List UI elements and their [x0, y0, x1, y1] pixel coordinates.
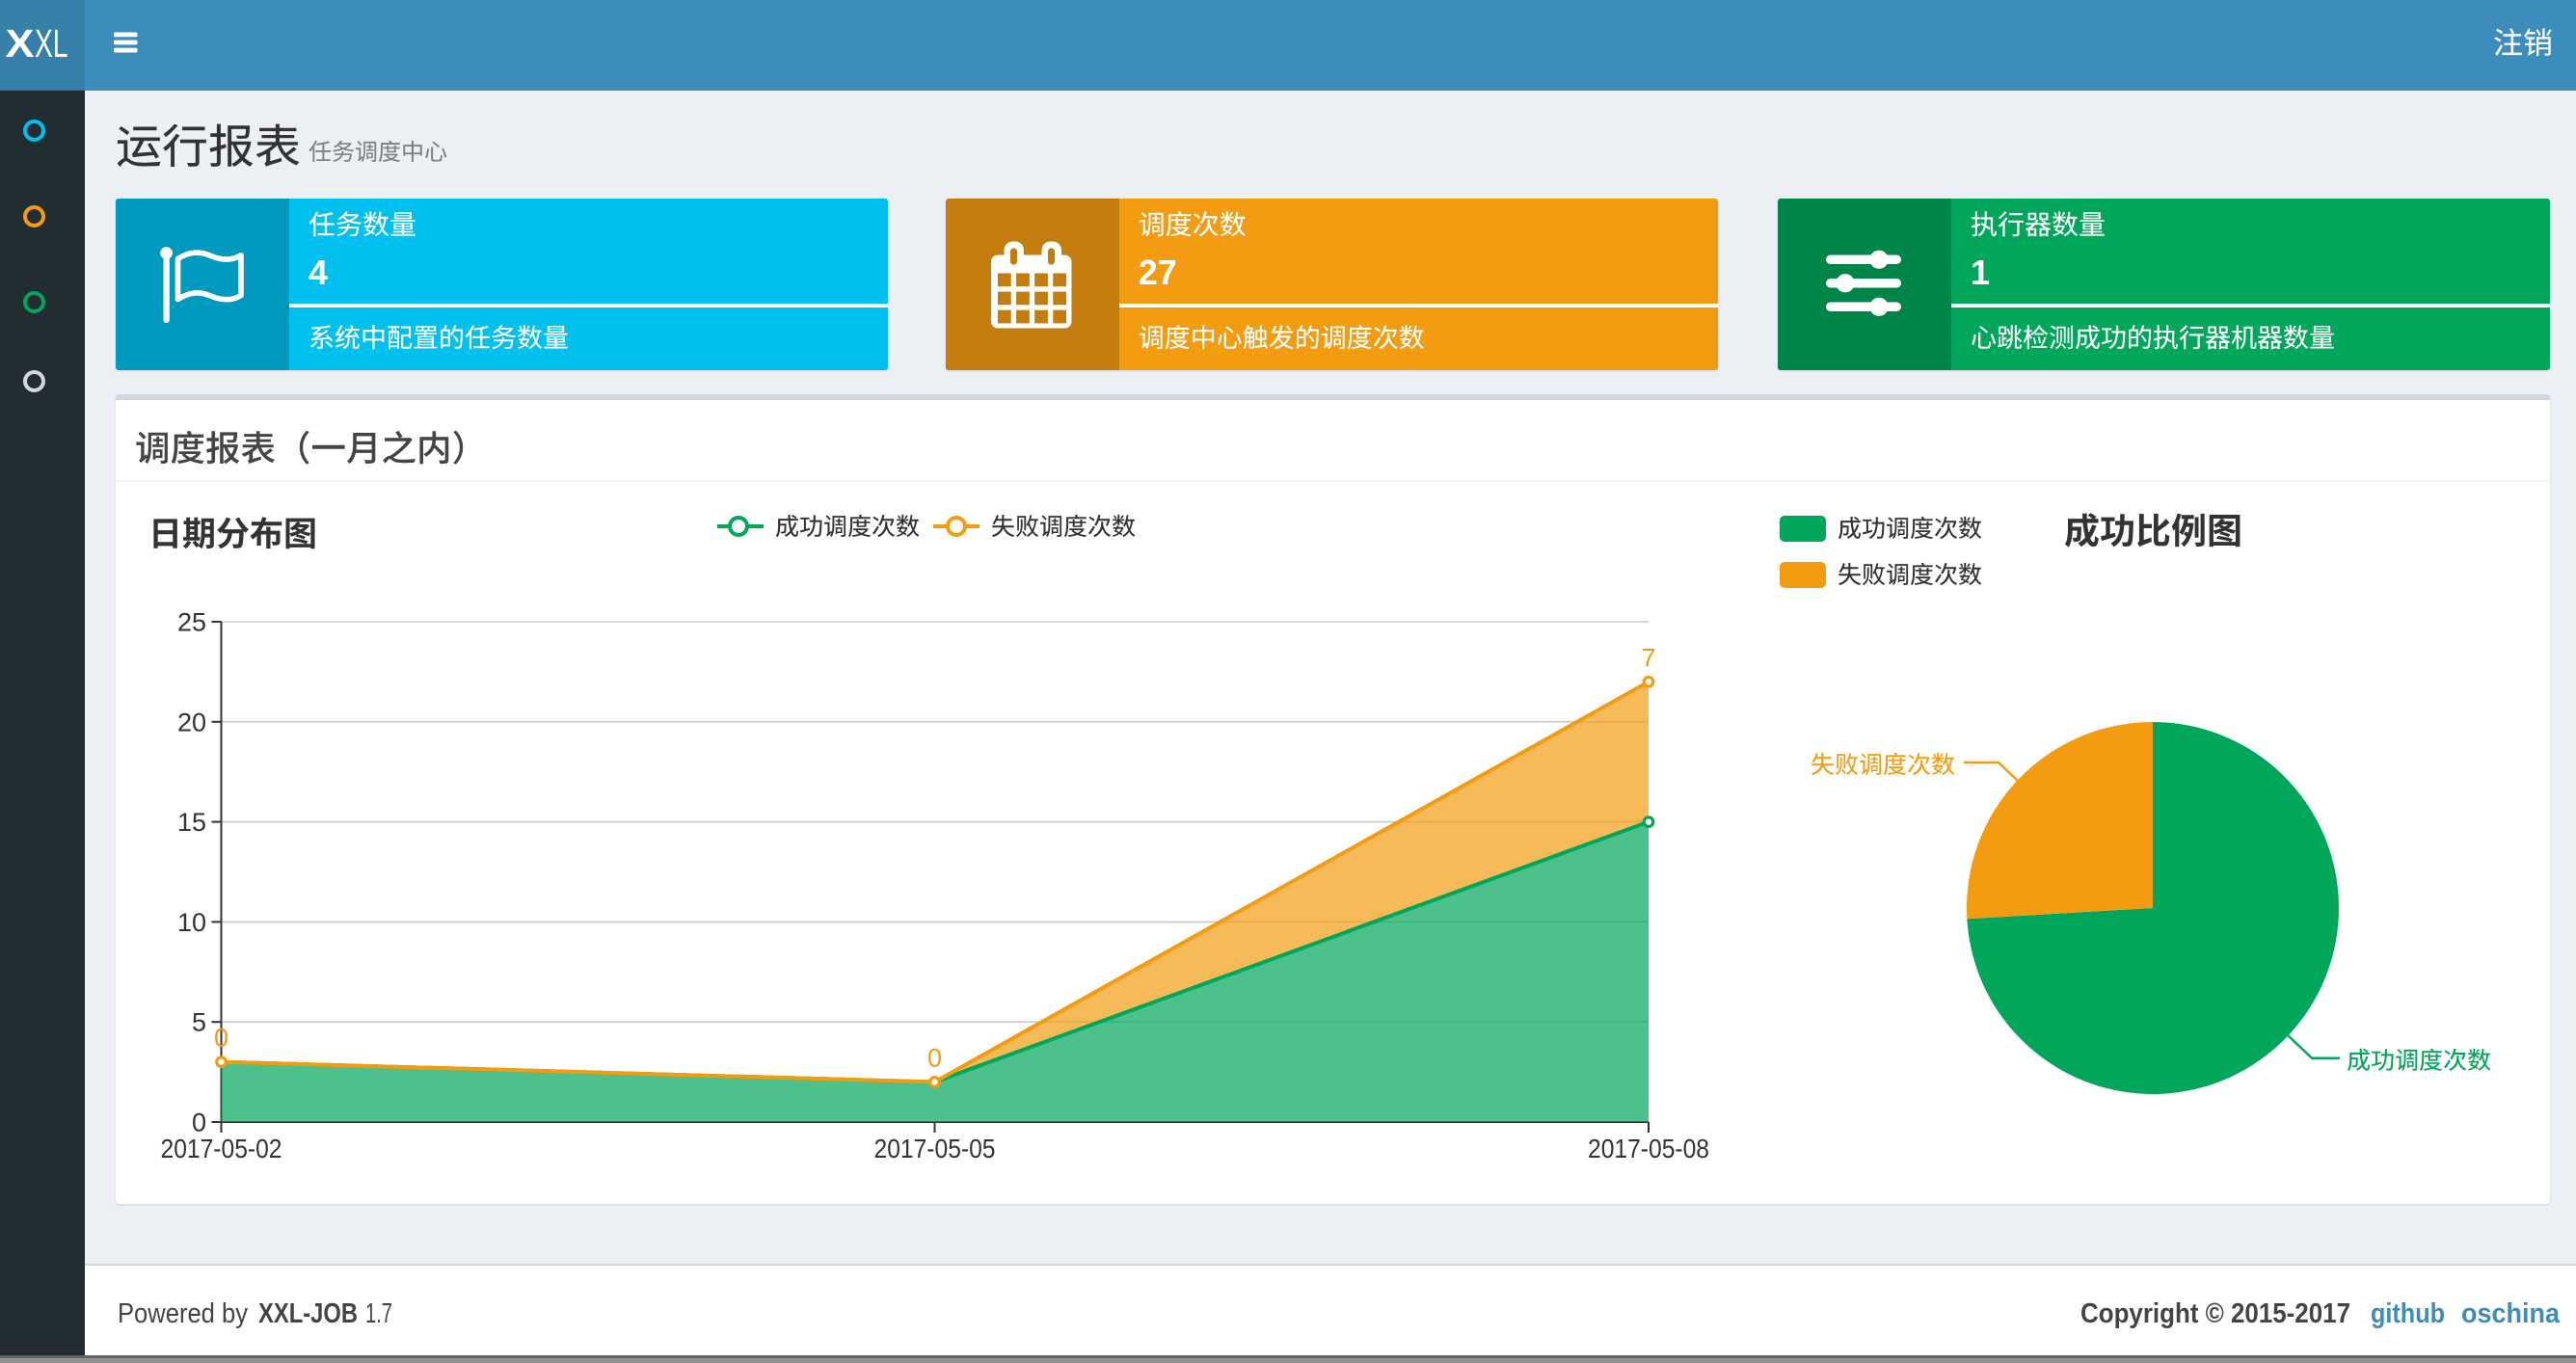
svg-text:2017-05-05: 2017-05-05	[874, 1134, 996, 1163]
svg-text:2017-05-02: 2017-05-02	[161, 1134, 282, 1163]
svg-text:github: github	[2371, 1298, 2445, 1329]
svg-text:Copyright © 2015-2017: Copyright © 2015-2017	[2080, 1298, 2350, 1329]
svg-text:X: X	[6, 21, 35, 66]
svg-text:15: 15	[177, 808, 206, 837]
svg-text:20: 20	[177, 708, 206, 736]
svg-text:5: 5	[192, 1008, 206, 1037]
svg-text:1: 1	[1971, 253, 1990, 292]
svg-text:XXL-JOB: XXL-JOB	[258, 1298, 358, 1329]
svg-text:XL: XL	[35, 21, 68, 66]
svg-text:Powered by: Powered by	[118, 1298, 248, 1329]
svg-text:2017-05-08: 2017-05-08	[1588, 1134, 1709, 1163]
svg-text:25: 25	[177, 608, 206, 637]
svg-text:4: 4	[309, 253, 328, 292]
svg-text:27: 27	[1139, 253, 1177, 292]
svg-text:1.7: 1.7	[365, 1298, 392, 1329]
svg-text:0: 0	[214, 1024, 228, 1053]
svg-text:7: 7	[1641, 643, 1655, 672]
svg-text:0: 0	[192, 1109, 206, 1137]
svg-text:10: 10	[177, 908, 206, 937]
svg-text:oschina: oschina	[2461, 1298, 2561, 1329]
svg-text:0: 0	[927, 1044, 942, 1073]
